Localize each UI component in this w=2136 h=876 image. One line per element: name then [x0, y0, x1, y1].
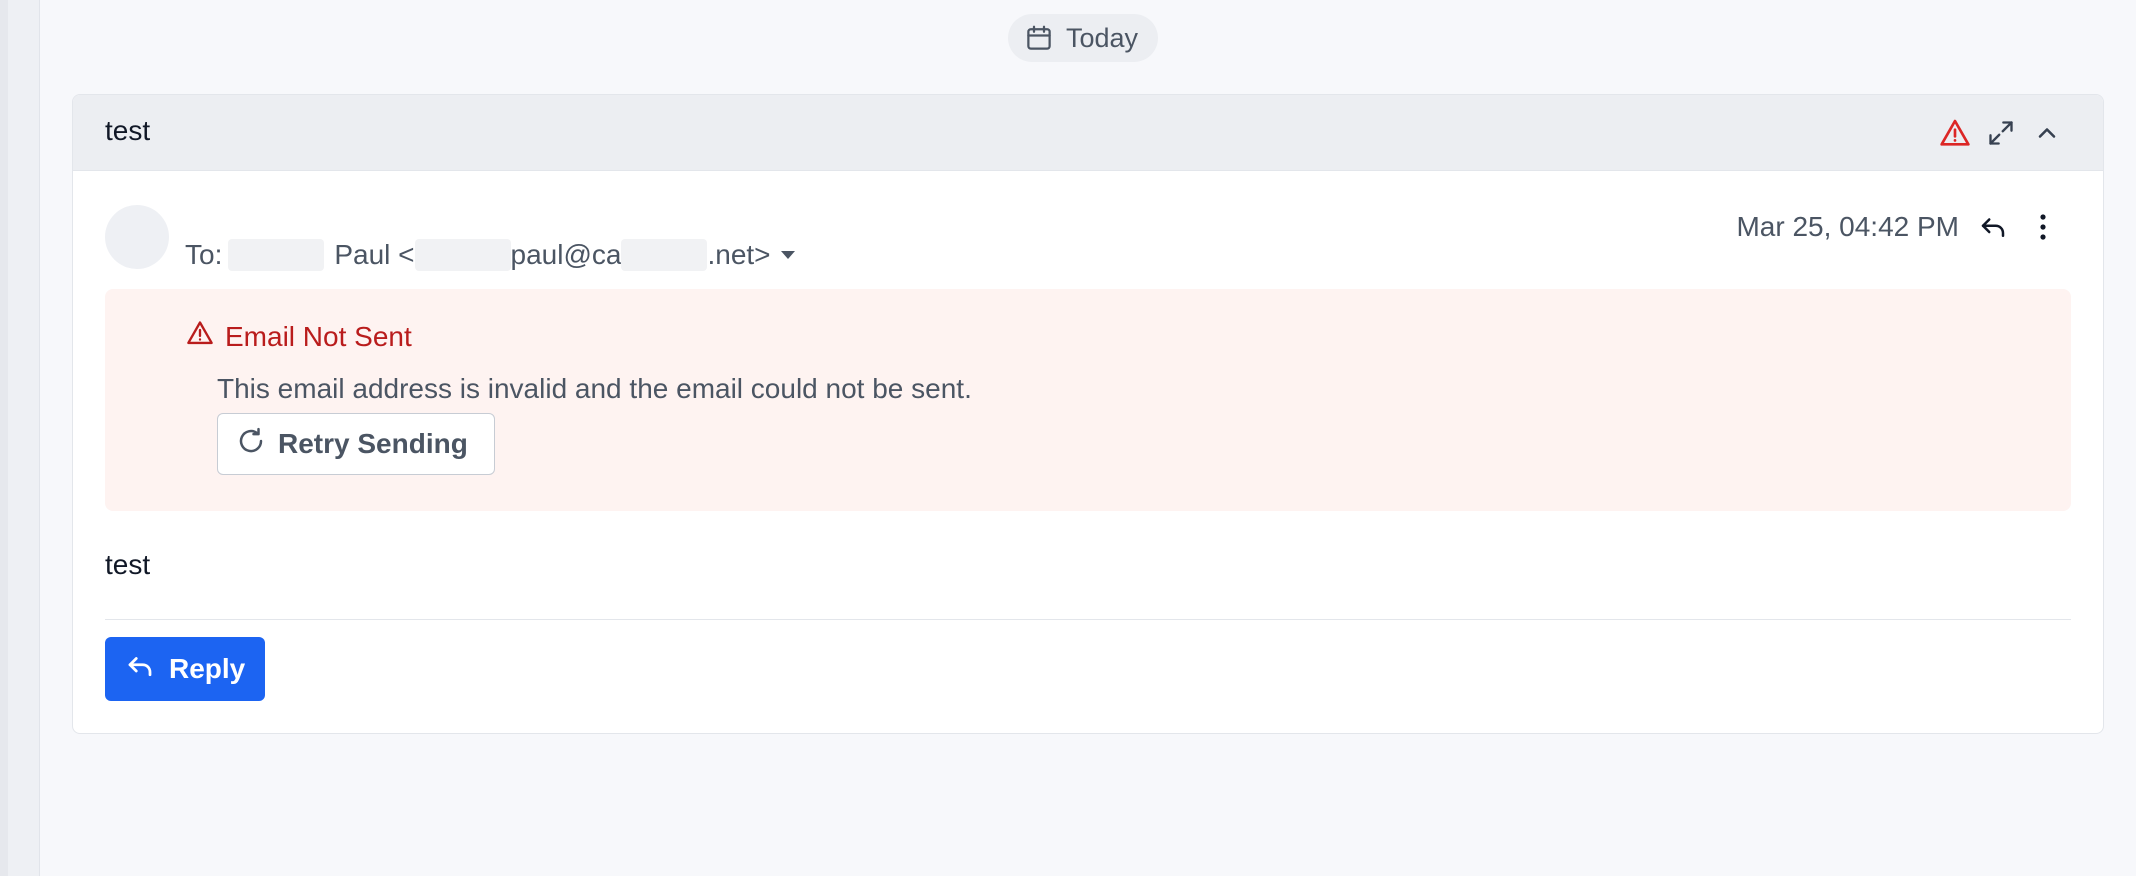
avatar	[105, 205, 169, 269]
left-rail-edge	[0, 0, 8, 876]
warning-icon	[185, 319, 215, 354]
chevron-down-icon[interactable]	[780, 251, 795, 259]
calendar-icon	[1024, 23, 1054, 53]
expand-icon[interactable]	[1985, 113, 2017, 153]
date-separator-label: Today	[1066, 22, 1139, 53]
error-alert: Email Not Sent This email address is inv…	[105, 289, 2071, 511]
email-card: test To: Paul < paul@ca .net> Mar 25, 04…	[72, 94, 2104, 734]
date-separator: Today	[1008, 14, 1159, 62]
email-date: Mar 25, 04:42 PM	[1736, 211, 1959, 242]
error-message: This email address is invalid and the em…	[217, 373, 972, 404]
email-meta: Mar 25, 04:42 PM	[1736, 207, 2059, 247]
email-subject: test	[105, 115, 151, 146]
to-label: To:	[185, 239, 223, 270]
chevron-up-icon[interactable]	[2031, 113, 2063, 153]
retry-sending-button[interactable]: Retry Sending	[217, 413, 495, 475]
recipient-name: Paul <	[334, 239, 415, 270]
recipient-email-end: .net>	[707, 239, 771, 270]
error-title: Email Not Sent	[225, 320, 412, 352]
reply-button-label: Reply	[169, 653, 246, 684]
divider	[105, 619, 2071, 620]
refresh-icon	[236, 426, 266, 463]
error-title-row: Email Not Sent	[185, 319, 412, 354]
email-body: test	[105, 549, 151, 580]
reply-button[interactable]: Reply	[105, 637, 265, 701]
redacted-text	[414, 239, 511, 271]
header-actions	[1939, 113, 2063, 153]
recipients[interactable]: To: Paul < paul@ca .net>	[185, 239, 795, 271]
warning-icon	[1939, 113, 1971, 153]
email-card-header[interactable]: test	[73, 95, 2103, 171]
reply-icon	[125, 651, 155, 688]
redacted-text	[621, 239, 708, 271]
reply-icon[interactable]	[1977, 207, 2009, 247]
recipient-email-start: paul@ca	[510, 239, 622, 270]
more-vertical-icon[interactable]	[2027, 207, 2059, 247]
retry-sending-label: Retry Sending	[278, 428, 468, 459]
redacted-text	[228, 239, 325, 271]
left-rail	[0, 0, 40, 876]
